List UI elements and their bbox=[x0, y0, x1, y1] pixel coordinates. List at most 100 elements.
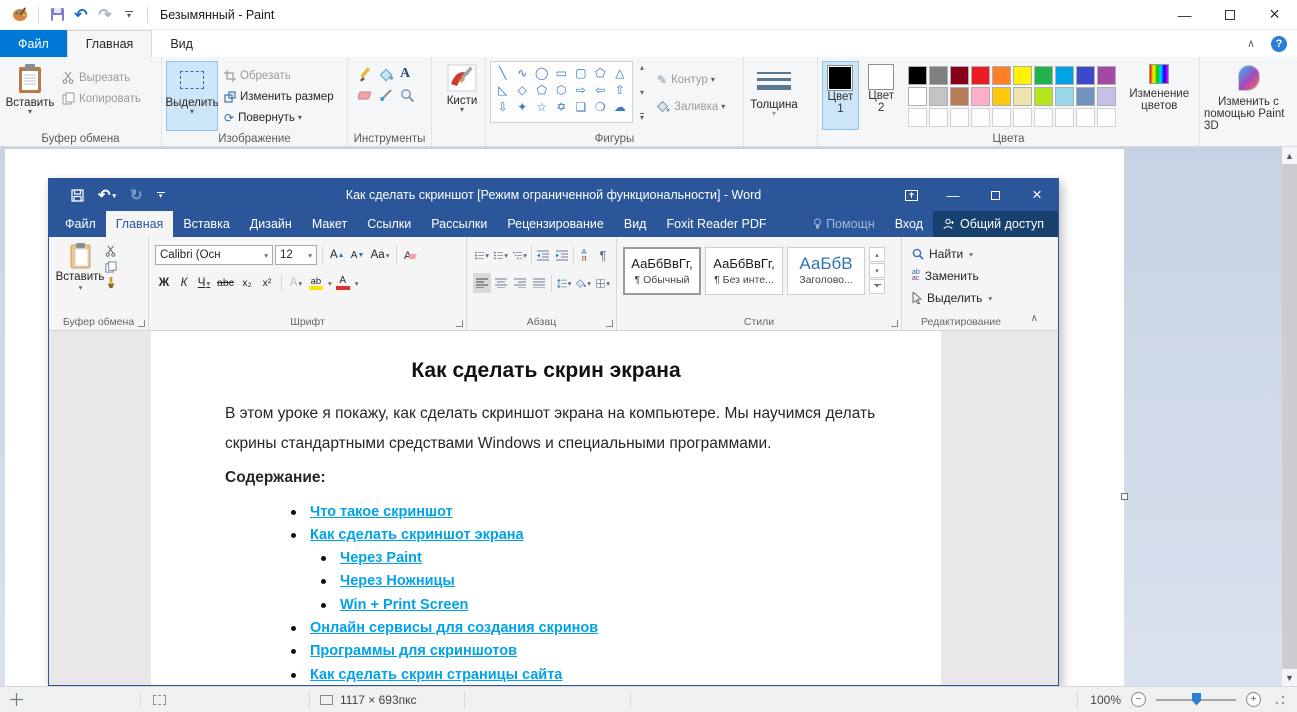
shape-line[interactable]: ╲ bbox=[493, 64, 513, 81]
align-left-button[interactable] bbox=[473, 273, 491, 293]
increase-indent-button[interactable] bbox=[553, 245, 571, 265]
eraser-tool[interactable] bbox=[358, 88, 373, 103]
palette-swatch-empty[interactable] bbox=[908, 108, 927, 127]
doc-link[interactable]: Программы для скриншотов bbox=[310, 643, 517, 659]
palette-swatch[interactable] bbox=[929, 66, 948, 85]
paint-canvas[interactable]: Как сделать скриншот [Режим ограниченной… bbox=[5, 149, 1124, 686]
palette-swatch[interactable] bbox=[1076, 87, 1095, 106]
cut-button[interactable]: Вырезать bbox=[62, 67, 141, 88]
text-effects-button[interactable]: А▾ bbox=[287, 273, 305, 293]
shape-rounded-callout[interactable]: ❏ bbox=[571, 98, 591, 115]
word-tab-home[interactable]: Главная bbox=[106, 211, 174, 237]
styles-scroll-up[interactable]: ▴ bbox=[869, 247, 885, 262]
save-button[interactable] bbox=[45, 3, 69, 27]
italic-button[interactable]: К bbox=[175, 273, 193, 293]
palette-swatch-empty[interactable] bbox=[929, 108, 948, 127]
ribbon-collapse-icon[interactable]: ∧ bbox=[1247, 37, 1255, 50]
brushes-button[interactable]: Кисти▾ bbox=[436, 61, 488, 131]
shapes-more[interactable]: ▾ bbox=[640, 113, 644, 121]
replace-button[interactable]: abac Заменить bbox=[912, 265, 1016, 287]
canvas-resize-handle[interactable] bbox=[1121, 493, 1128, 500]
shape-star4[interactable]: ✦ bbox=[513, 98, 533, 115]
style-no-spacing[interactable]: АаБбВвГг, ¶ Без инте... bbox=[705, 247, 783, 295]
word-tab-review[interactable]: Рецензирование bbox=[497, 211, 614, 237]
shape-oval-callout[interactable]: ❍ bbox=[591, 98, 611, 115]
palette-swatch[interactable] bbox=[1034, 87, 1053, 106]
palette-swatch[interactable] bbox=[1097, 87, 1116, 106]
zoom-in-button[interactable]: + bbox=[1246, 692, 1261, 707]
palette-swatch[interactable] bbox=[1055, 87, 1074, 106]
paste-button[interactable]: Вставить▾ bbox=[4, 61, 56, 131]
shape-fill-button[interactable]: Заливка▾ bbox=[657, 96, 725, 117]
word-minimize-button[interactable]: — bbox=[932, 179, 974, 211]
word-tab-file[interactable]: Файл bbox=[49, 211, 106, 237]
bold-button[interactable]: Ж bbox=[155, 273, 173, 293]
redo-button[interactable]: ↷ bbox=[93, 3, 117, 27]
shape-pentagon[interactable]: ⬠ bbox=[532, 81, 552, 98]
word-tab-insert[interactable]: Вставка bbox=[173, 211, 239, 237]
show-marks-button[interactable]: ¶ bbox=[594, 245, 612, 265]
palette-swatch-empty[interactable] bbox=[950, 108, 969, 127]
shape-ellipse[interactable]: ◯ bbox=[532, 64, 552, 81]
color2-button[interactable]: Цвет2 bbox=[863, 61, 900, 130]
style-heading1[interactable]: АаБбВ Заголово... bbox=[787, 247, 865, 295]
word-ribbon-display-options-button[interactable] bbox=[890, 179, 932, 211]
palette-swatch[interactable] bbox=[992, 66, 1011, 85]
font-color-button[interactable]: А bbox=[334, 273, 352, 293]
word-copy-button[interactable] bbox=[105, 261, 117, 273]
word-cut-button[interactable] bbox=[105, 245, 117, 257]
palette-swatch[interactable] bbox=[1076, 66, 1095, 85]
numbering-button[interactable]: ▾ bbox=[492, 245, 510, 265]
align-right-button[interactable] bbox=[511, 273, 529, 293]
scroll-up-button[interactable]: ▲ bbox=[1282, 147, 1297, 164]
word-tab-mailings[interactable]: Рассылки bbox=[421, 211, 497, 237]
zoom-out-button[interactable]: − bbox=[1131, 692, 1146, 707]
word-redo-button[interactable]: ↻ bbox=[130, 186, 143, 204]
doc-link[interactable]: Как сделать скриншот экрана bbox=[310, 527, 524, 543]
scroll-down-button[interactable]: ▼ bbox=[1282, 669, 1297, 686]
resize-button[interactable]: Изменить размер bbox=[224, 86, 334, 107]
resize-grip[interactable] bbox=[1275, 695, 1285, 705]
shading-button[interactable]: ▾ bbox=[574, 273, 593, 293]
paint-tab-home[interactable]: Главная bbox=[67, 30, 153, 57]
doc-link[interactable]: Через Ножницы bbox=[340, 573, 455, 589]
shapes-gallery[interactable]: ╲ ∿ ◯ ▭ ▢ ⬠ △ ◺ ◇ ⬠ ⬡ ⇨ ⇦ ⇧ ⇩ ✦ ☆ ✡ ❏ ❍ bbox=[490, 61, 633, 123]
shape-triangle[interactable]: △ bbox=[610, 64, 630, 81]
word-page[interactable]: Как сделать скрин экрана В этом уроке я … bbox=[151, 331, 941, 685]
shape-star5[interactable]: ☆ bbox=[532, 98, 552, 115]
palette-swatch[interactable] bbox=[929, 87, 948, 106]
underline-button[interactable]: Ч▾ bbox=[195, 273, 213, 293]
shape-polygon[interactable]: ⬠ bbox=[591, 64, 611, 81]
strikethrough-button[interactable]: abc bbox=[215, 273, 236, 293]
line-spacing-button[interactable]: ▾ bbox=[555, 273, 574, 293]
shape-diamond[interactable]: ◇ bbox=[513, 81, 533, 98]
word-qat-customize-button[interactable]: ▾ bbox=[157, 192, 165, 199]
palette-swatch-empty[interactable] bbox=[1034, 108, 1053, 127]
clear-formatting-button[interactable]: А bbox=[402, 245, 420, 265]
palette-swatch-empty[interactable] bbox=[971, 108, 990, 127]
doc-link[interactable]: Как сделать скрин страницы сайта bbox=[310, 667, 562, 683]
copy-button[interactable]: Копировать bbox=[62, 88, 141, 109]
shape-cloud-callout[interactable]: ☁ bbox=[610, 98, 630, 115]
close-button[interactable]: × bbox=[1252, 0, 1297, 30]
subscript-button[interactable]: x₂ bbox=[238, 273, 256, 293]
word-ribbon-collapse-icon[interactable]: ∧ bbox=[1031, 313, 1038, 324]
help-icon[interactable]: ? bbox=[1271, 36, 1287, 52]
palette-swatch-empty[interactable] bbox=[1076, 108, 1095, 127]
word-paste-button[interactable]: Вставить▾ bbox=[55, 243, 105, 314]
find-button[interactable]: Найти▾ bbox=[912, 243, 1016, 265]
text-tool[interactable]: A bbox=[400, 67, 410, 82]
crop-button[interactable]: Обрезать bbox=[224, 65, 334, 86]
palette-swatch[interactable] bbox=[971, 66, 990, 85]
font-name-select[interactable]: Calibri (Осн▾ bbox=[155, 245, 273, 265]
palette-swatch[interactable] bbox=[1013, 87, 1032, 106]
rotate-button[interactable]: ⟳ Повернуть▾ bbox=[224, 107, 334, 128]
select-button[interactable]: Выделить▾ bbox=[166, 61, 218, 131]
palette-swatch-empty[interactable] bbox=[1013, 108, 1032, 127]
word-format-painter-button[interactable] bbox=[105, 277, 117, 289]
shape-right-triangle[interactable]: ◺ bbox=[493, 81, 513, 98]
paint-tab-file[interactable]: Файл bbox=[0, 30, 67, 57]
multilevel-list-button[interactable]: ▾ bbox=[511, 245, 529, 265]
shape-star6[interactable]: ✡ bbox=[552, 98, 572, 115]
palette-swatch[interactable] bbox=[950, 66, 969, 85]
